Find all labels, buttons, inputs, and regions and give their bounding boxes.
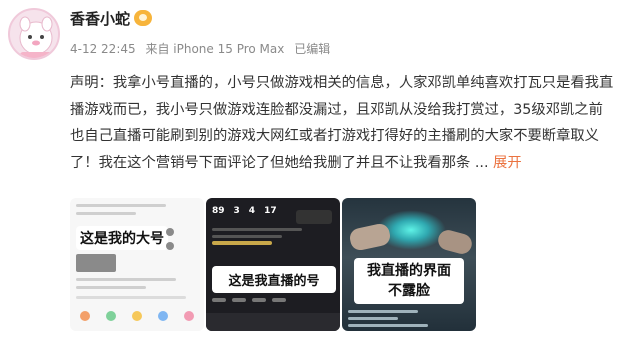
stat-value: 3	[233, 206, 240, 216]
profile-stats: 89 3 4 17	[212, 206, 277, 216]
stat-value: 17	[264, 206, 277, 216]
caption-line-1: 我直播的界面	[367, 263, 451, 279]
image-chat-line	[348, 317, 398, 320]
image-avatar	[166, 228, 174, 236]
image-text-line	[212, 228, 302, 231]
image-chat-line	[348, 324, 428, 327]
expand-link[interactable]: 展开	[493, 155, 522, 171]
app-icon	[106, 311, 116, 321]
post-source: 来自 iPhone 15 Pro Max	[145, 42, 285, 56]
game-hand	[435, 227, 475, 257]
image-text-line	[76, 204, 166, 207]
app-icon	[184, 311, 194, 321]
image-text-line	[76, 278, 176, 281]
post-image-2[interactable]: 89 3 4 17 这是我直播的号	[206, 198, 340, 331]
image-avatar	[166, 242, 174, 250]
image-caption: 这是我的大号	[76, 226, 168, 250]
post-image-1[interactable]: 这是我的大号	[70, 198, 204, 331]
image-thumbnail	[76, 254, 116, 272]
post-text: 声明：我拿小号直播的，小号只做游戏相关的信息，人家邓凯单纯喜欢打瓦只是看我直播游…	[70, 75, 614, 171]
app-icon	[80, 311, 90, 321]
caption-line-2: 不露脸	[388, 283, 430, 299]
image-text-line	[212, 235, 282, 238]
post-image-3[interactable]: 我直播的界面 不露脸	[342, 198, 476, 331]
image-text-line	[76, 286, 146, 289]
username[interactable]: 香香小蛇	[70, 8, 130, 29]
image-follow-button	[296, 210, 332, 224]
image-caption: 我直播的界面 不露脸	[354, 258, 464, 304]
post-meta: 4-12 22:45 来自 iPhone 15 Pro Max 已编辑	[70, 40, 336, 57]
image-badge-line	[212, 241, 272, 245]
post-content: 声明：我拿小号直播的，小号只做游戏相关的信息，人家邓凯单纯喜欢打瓦只是看我直播游…	[70, 70, 614, 176]
post-date[interactable]: 4-12 22:45	[70, 42, 136, 56]
avatar-cartoon-icon	[19, 16, 53, 58]
game-hand	[348, 222, 392, 252]
stat-value: 4	[248, 206, 256, 216]
image-tabs	[212, 298, 334, 308]
edited-label[interactable]: 已编辑	[294, 42, 330, 56]
image-bottom-bar	[206, 313, 340, 331]
app-icon	[132, 311, 142, 321]
stat-value: 89	[212, 206, 225, 216]
avatar[interactable]	[8, 8, 60, 60]
image-chat-line	[348, 310, 418, 313]
image-icon-row	[80, 311, 194, 321]
weibo-post: 香香小蛇 4-12 22:45 来自 iPhone 15 Pro Max 已编辑…	[0, 0, 626, 339]
fan-badge-icon	[134, 10, 152, 26]
image-text-line	[76, 296, 186, 299]
image-text-line	[76, 212, 136, 215]
app-icon	[158, 311, 168, 321]
image-caption: 这是我直播的号	[212, 266, 336, 293]
